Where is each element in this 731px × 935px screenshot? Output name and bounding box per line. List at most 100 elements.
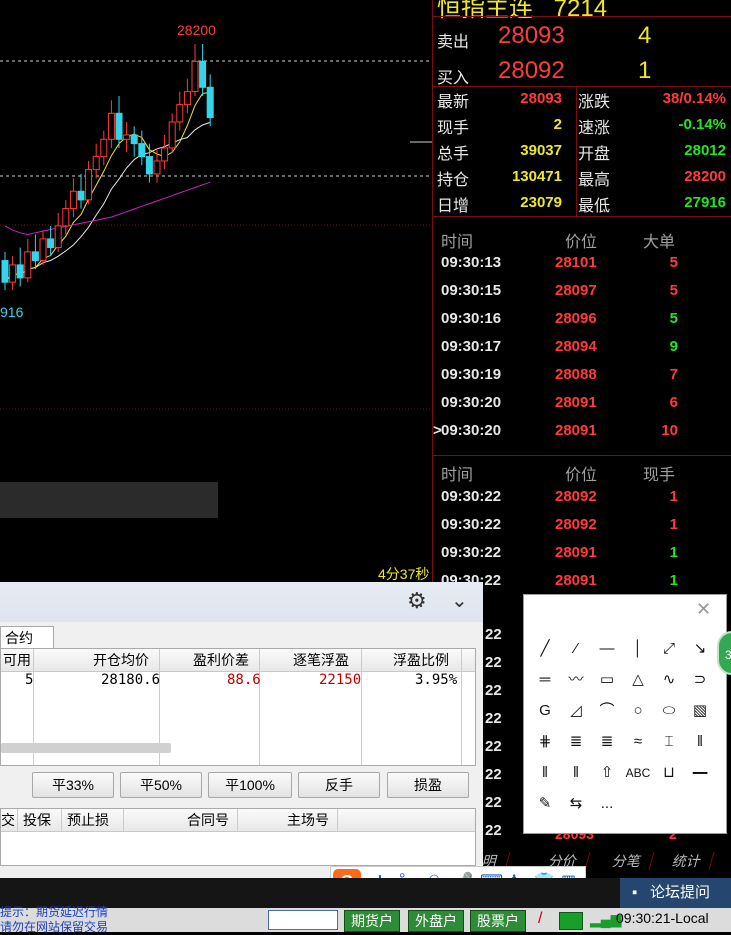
col-main-no[interactable]: 主场号 [287, 809, 329, 831]
col-contract-no[interactable]: 合同号 [187, 809, 229, 831]
drawing-tool-icon[interactable]: ═ [530, 666, 560, 694]
tick-time-partial: 22 [485, 738, 502, 755]
drawing-tool-icon[interactable]: ⊃ [685, 666, 715, 694]
horizontal-scrollbar[interactable] [1, 743, 171, 753]
big-order-row[interactable]: 09:30:17 28094 9 [433, 333, 731, 361]
drawing-tool-icon[interactable]: ⇧ [592, 759, 622, 787]
candle-body [183, 91, 191, 106]
order-action-button-3[interactable]: 反手 [298, 772, 380, 798]
col-pnl-ratio[interactable]: 浮盈比例 [393, 649, 449, 671]
big-order-row[interactable]: >09:30:20 28091 10 [433, 417, 731, 445]
candle-body [24, 251, 32, 279]
candle-body [9, 264, 17, 283]
forum-button[interactable]: 论坛提问 ▪ [620, 878, 731, 908]
drawing-tool-icon[interactable]: ∿ [654, 666, 684, 694]
drawing-tool-icon[interactable]: ╱ [530, 635, 560, 663]
close-icon[interactable]: ✕ [696, 599, 711, 620]
order-action-button-4[interactable]: 损盈 [387, 772, 469, 798]
big-order-row[interactable]: 09:30:20 28091 6 [433, 389, 731, 417]
candle-body [47, 238, 55, 249]
col-stop[interactable]: 预止损 [67, 809, 109, 831]
position-row[interactable]: 5 28180.6 88.6 22150 3.95% [1, 672, 475, 692]
drawing-tool-icon[interactable]: │ [623, 635, 653, 663]
candle-body [191, 60, 199, 93]
account-tab-2[interactable]: 股票户 [470, 910, 526, 932]
drawing-tool-icon[interactable]: G [530, 697, 560, 725]
drawing-tool-icon[interactable]: ✎ [530, 790, 560, 818]
order-action-button-2[interactable]: 平100% [208, 772, 292, 798]
tick-row[interactable]: 09:30:22 28091 1 [433, 539, 731, 567]
tick-time-partial: 22 [485, 626, 502, 643]
drawing-tool-icon[interactable]: ≣ [592, 728, 622, 756]
drawing-tool-icon[interactable]: ⌶ [654, 728, 684, 756]
drawing-tool-icon[interactable]: ⁄ [561, 635, 591, 663]
order-action-button-1[interactable]: 平50% [120, 772, 202, 798]
contract-name: 恒指主连 [437, 0, 533, 22]
news-line-2[interactable]: 请勿在网站保留交易 [0, 918, 108, 935]
drawing-tool-icon[interactable]: ‖ [561, 759, 591, 787]
ticks-tab[interactable]: 统计 [660, 852, 715, 870]
account-tab-1[interactable]: 外盘户 [408, 910, 464, 932]
orders-table: 交 投保 预止损 合同号 主场号 [0, 808, 476, 866]
account-tab-0[interactable]: 期货户 [344, 910, 400, 932]
chart-grid-icon[interactable] [559, 912, 583, 930]
order-action-button-0[interactable]: 平33% [32, 772, 114, 798]
stat-label: 总手 [437, 146, 470, 163]
sell-price[interactable]: 28093 [498, 22, 565, 50]
row-avg-price: 28180.6 [101, 672, 161, 688]
drawing-tool-icon[interactable]: — [592, 635, 622, 663]
drawing-tool-icon[interactable]: ≈ [623, 728, 653, 756]
drawing-tool-icon[interactable]: ▭ [592, 666, 622, 694]
big-order-row[interactable]: 09:30:13 28101 5 [433, 249, 731, 277]
drawing-tool-icon[interactable]: ≣ [561, 728, 591, 756]
gear-icon[interactable]: ⚙ [407, 588, 427, 614]
col-available[interactable]: 可用 [3, 649, 31, 671]
candle-body [199, 60, 207, 88]
ticks-tab[interactable]: 分笔 [600, 852, 655, 870]
row-price: 28091 [555, 422, 597, 439]
code-input[interactable] [268, 910, 338, 930]
drawing-tool-icon[interactable]: ⤢ [654, 635, 684, 663]
stat-label: 最新 [437, 94, 470, 111]
drawing-tool-icon[interactable]: ○ [623, 697, 653, 725]
drawing-tool-icon[interactable]: ◿ [561, 697, 591, 725]
drawing-tool-icon[interactable]: ↘ [685, 635, 715, 663]
drawing-tool-icon[interactable]: ‖ [685, 728, 715, 756]
stat-value: 28200 [684, 168, 726, 185]
kline-chart[interactable]: 28200 916 4分37秒 [0, 0, 432, 582]
side-badge[interactable]: 3 [717, 631, 731, 675]
big-order-row[interactable]: 09:30:16 28096 5 [433, 305, 731, 333]
drawing-tool-icon[interactable]: ... [592, 790, 622, 818]
col-hedge[interactable]: 投保 [23, 809, 51, 831]
col-pnl[interactable]: 逐笔浮盈 [293, 649, 349, 671]
sell-label: 卖出 [437, 34, 470, 51]
col-exchange[interactable]: 交 [1, 809, 15, 831]
drawing-tool-icon[interactable]: △ [623, 666, 653, 694]
drawing-toolbox: ✕ ╱ ⁄ — │ ⤢ ↘ ═ 〰 ▭ △ ∿ ⊃ G ◿ ⌒ ○ ⬭ ▧ ⋕ ≣ ≣ ≈ ⌶ ‖ ‖ ‖ ⇧ ABC ⊔ ━━ ✎ ⇆... [523, 594, 727, 834]
stat-label: 持仓 [437, 172, 470, 189]
big-order-row[interactable]: 09:30:15 28097 5 [433, 277, 731, 305]
col-avg-price[interactable]: 开仓均价 [93, 649, 149, 671]
drawing-tool-icon[interactable]: 〰 [561, 666, 591, 694]
tick-row[interactable]: 09:30:22 28092 1 [433, 511, 731, 539]
tick-row[interactable]: 09:30:22 28092 1 [433, 483, 731, 511]
ticks-header-price: 价位 [565, 467, 598, 484]
tab-contract[interactable]: 合约 [0, 626, 54, 649]
big-order-row[interactable]: 09:30:19 28088 7 [433, 361, 731, 389]
drawing-tool-icon[interactable]: ⊔ [654, 759, 684, 787]
drawing-tool-icon[interactable]: ━━ [685, 759, 715, 787]
drawing-tool-icon[interactable]: ▧ [685, 697, 715, 725]
stat-value: 38/0.14% [662, 90, 726, 107]
contract-number: 7214 [553, 0, 608, 22]
collapse-icon[interactable]: ⌄ [451, 588, 468, 613]
drawing-tool-icon[interactable]: ⬭ [654, 697, 684, 725]
buy-price[interactable]: 28092 [498, 57, 565, 85]
col-price-diff[interactable]: 盈利价差 [193, 649, 249, 671]
drawing-tool-icon[interactable]: ⇆ [561, 790, 591, 818]
low-price-label: 916 [0, 304, 24, 320]
drawing-tool-icon[interactable]: ⌒ [592, 697, 622, 725]
ticks-header-time: 时间 [441, 467, 474, 484]
drawing-tool-icon[interactable]: ABC [623, 759, 653, 787]
drawing-tool-icon[interactable]: ⋕ [530, 728, 560, 756]
drawing-tool-icon[interactable]: ‖ [530, 759, 560, 787]
